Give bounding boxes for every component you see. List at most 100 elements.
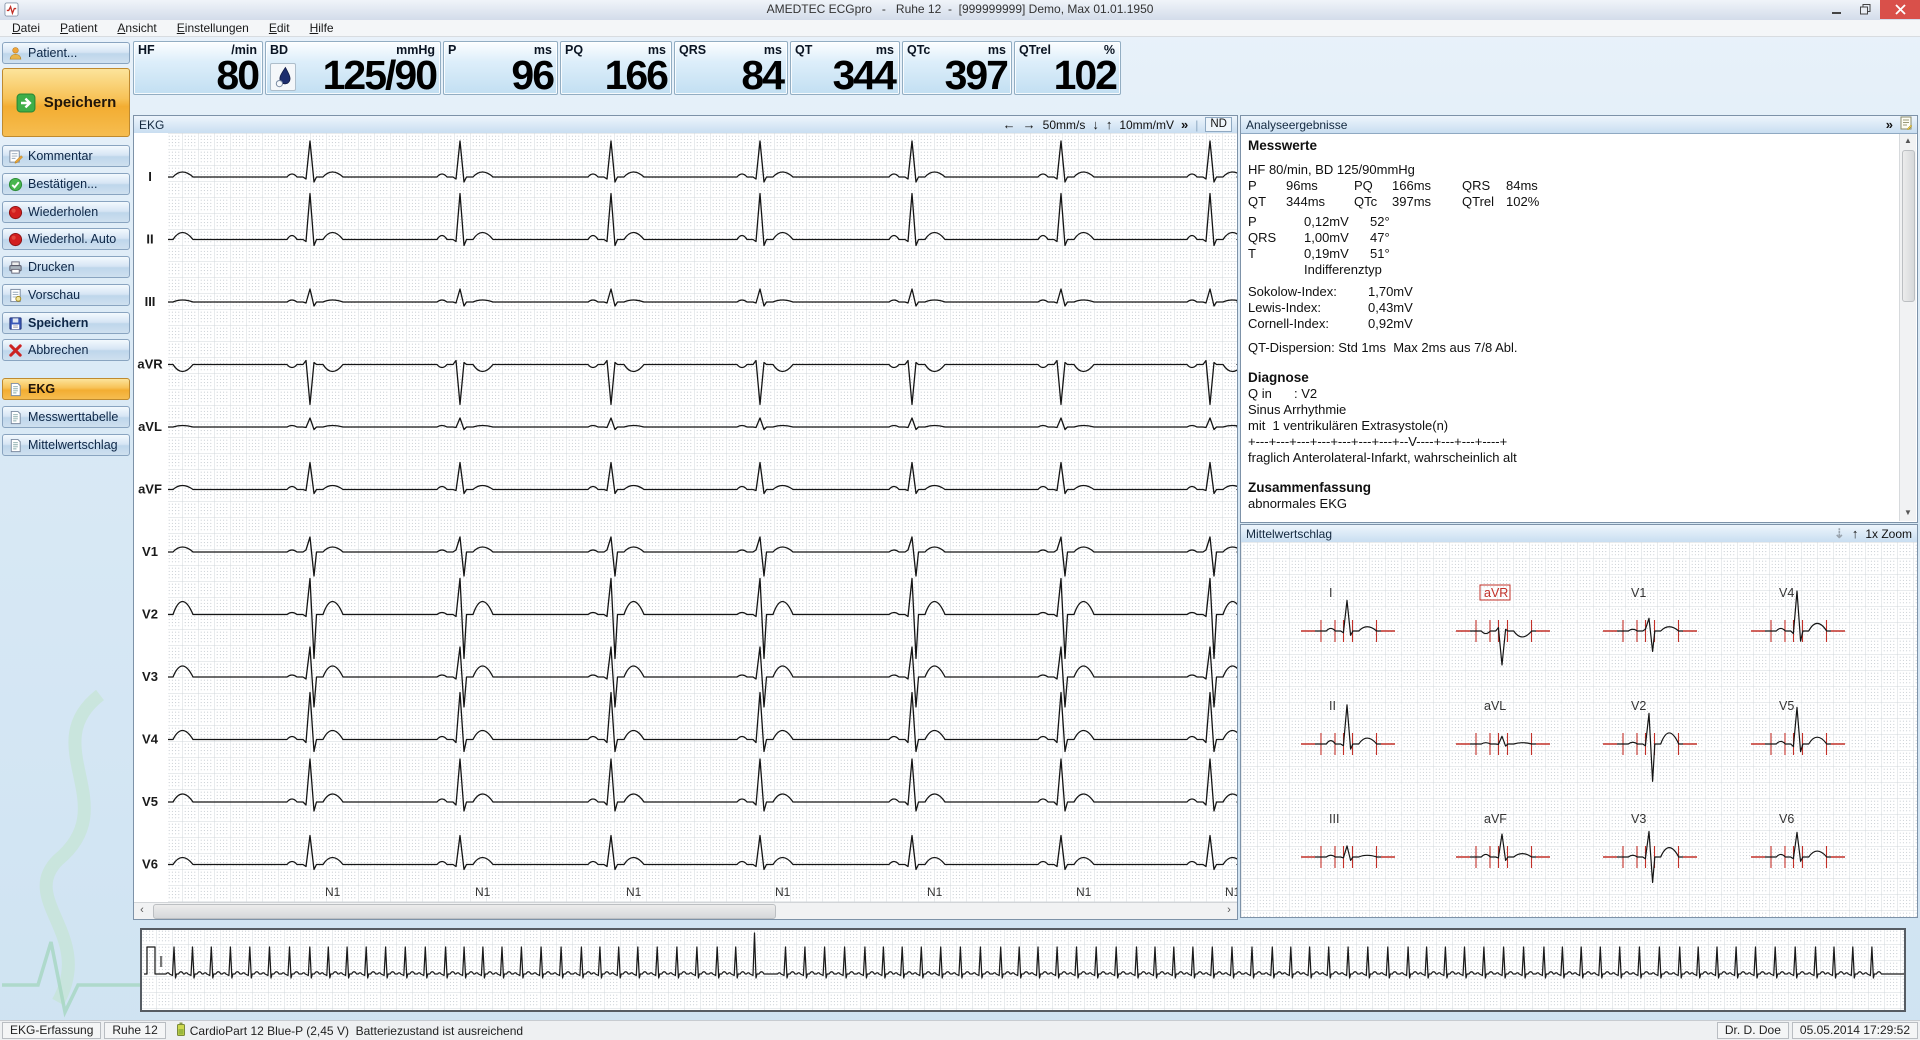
scroll-right-icon[interactable]: → [1023, 117, 1036, 132]
sidebar-button-wiederhol-auto[interactable]: Wiederhol. Auto [2, 228, 130, 250]
nd-toggle[interactable]: ND [1205, 117, 1232, 132]
mittelwert-lead-label-V2[interactable]: V2 [1631, 699, 1646, 713]
analysis-panel-title: Analyseergebnisse [1246, 118, 1347, 132]
mittelwert-panel-title: Mittelwertschlag [1246, 527, 1332, 541]
lead-label-aVL: aVL [138, 419, 162, 434]
scroll-up-arrow[interactable]: ▲ [1900, 134, 1916, 148]
vital-value: 102 [1054, 55, 1116, 95]
restore-button[interactable] [1851, 0, 1880, 19]
analysis-line: abnormales EKG [1242, 496, 1898, 512]
analysis-line: P96msPQ166msQRS84ms [1242, 178, 1898, 194]
speed-label[interactable]: 50mm/s [1043, 118, 1086, 132]
mittelwert-lead-label-III[interactable]: III [1329, 812, 1339, 826]
mittelwert-lead-label-II[interactable]: II [1329, 699, 1336, 713]
menu-item-hilfe[interactable]: Hilfe [310, 21, 334, 35]
menu-item-edit[interactable]: Edit [269, 21, 290, 35]
beat-marker-label: N1 [775, 885, 791, 899]
sidebar-button-label: Abbrechen [28, 343, 88, 357]
sidebar-button-drucken[interactable]: Drucken [2, 256, 130, 278]
mittelwert-lead-label-aVR[interactable]: aVR [1484, 586, 1508, 600]
scroll-left-icon[interactable]: ← [1003, 117, 1016, 132]
mittelwert-lead-label-V3[interactable]: V3 [1631, 812, 1646, 826]
mittelwert-lead-label-I[interactable]: I [1329, 586, 1332, 600]
analysis-panel-header: Analyseergebnisse » [1241, 116, 1917, 134]
ekg-panel-title: EKG [139, 118, 164, 132]
comment-icon [8, 149, 23, 164]
analysis-line: QT344msQTc397msQTrel102% [1242, 194, 1898, 210]
vital-label: QTrel [1019, 43, 1051, 57]
document-icon [8, 410, 23, 425]
ekg-horizontal-scrollbar[interactable]: ‹ › [134, 902, 1237, 919]
sidebar-button-label: Speichern [28, 316, 88, 330]
vital-value: 96 [511, 55, 553, 95]
sidebar-button-view-messwerttabelle[interactable]: Messwerttabelle [2, 406, 130, 428]
zoom-out-icon[interactable]: ⇣ [1834, 526, 1845, 542]
app-window: AMEDTEC ECGpro - Ruhe 12 - [999999999] D… [0, 0, 1920, 1040]
mittelwert-lead-label-V4[interactable]: V4 [1779, 586, 1794, 600]
sidebar-button-label: Drucken [28, 260, 75, 274]
sidebar-button-view-mittelwertschlag[interactable]: Mittelwertschlag [2, 434, 130, 456]
analysis-line: P0,12mV52° [1242, 214, 1898, 230]
menu-item-patient[interactable]: Patient [60, 21, 97, 35]
menu-item-ansicht[interactable]: Ansicht [117, 21, 156, 35]
scrollbar-thumb[interactable] [153, 904, 776, 919]
beat-marker-label: N1 [475, 885, 491, 899]
menu-item-einstellungen[interactable]: Einstellungen [177, 21, 249, 35]
analysis-content: MesswerteHF 80/min, BD 125/90mmHgP96msPQ… [1242, 134, 1898, 522]
expand-panel-icon[interactable]: » [1886, 117, 1893, 132]
sidebar-button-label: Mittelwertschlag [28, 438, 118, 452]
sidebar-button-kommentar[interactable]: Kommentar [2, 145, 130, 167]
sidebar-button-label: Kommentar [28, 149, 93, 163]
printer-icon [8, 260, 23, 275]
scrollbar-track[interactable] [150, 903, 1221, 919]
more-leads-icon[interactable]: » [1181, 117, 1188, 132]
analysis-scrollbar[interactable]: ▲ ▼ [1899, 134, 1916, 521]
record-icon [8, 205, 23, 220]
mittelwert-lead-label-aVL[interactable]: aVL [1484, 699, 1506, 713]
mittelwert-lead-label-aVF[interactable]: aVF [1484, 812, 1507, 826]
mittelwert-panel: Mittelwertschlag ⇣ ↑ 1x Zoom IaVRV1V4IIa… [1240, 524, 1918, 918]
gain-up-icon[interactable]: ↑ [1106, 117, 1113, 132]
beat-marker-label: N1 [325, 885, 341, 899]
report-icon[interactable] [1900, 116, 1912, 133]
lead-label-I: I [148, 169, 152, 184]
vital-label: PQ [565, 43, 583, 57]
mittelwert-paper[interactable]: IaVR V1 V4 II aVL V2 V5 III aVF V3 V6 [1241, 542, 1917, 917]
analysis-heading: Diagnose [1242, 370, 1898, 386]
ekg-paper[interactable]: IIIIIIaVRaVLaVFV1V2V3V4V5V6N1N1N1N1N1N1N… [134, 133, 1237, 903]
sidebar-button-vorschau[interactable]: Vorschau [2, 284, 130, 306]
gain-label[interactable]: 10mm/mV [1119, 118, 1174, 132]
vital-value: 125/90 [323, 55, 436, 95]
vital-label: P [448, 43, 456, 57]
save-icon [8, 316, 23, 331]
scroll-down-arrow[interactable]: ▼ [1900, 506, 1916, 520]
sidebar-button-best-tigen-[interactable]: Bestätigen... [2, 173, 130, 195]
vital-tile-bd: BDmmHg125/90 [265, 41, 441, 95]
sidebar-button-abbrechen[interactable]: Abbrechen [2, 339, 130, 361]
analysis-line: Sinus Arrhythmie [1242, 402, 1898, 418]
minimize-button[interactable] [1822, 0, 1851, 19]
gain-down-icon[interactable]: ↓ [1092, 117, 1099, 132]
window-title: AMEDTEC ECGpro - Ruhe 12 - [999999999] D… [0, 2, 1920, 16]
analysis-scrollbar-thumb[interactable] [1902, 150, 1915, 302]
lead-label-V2: V2 [142, 607, 158, 622]
scroll-left-arrow[interactable]: ‹ [134, 903, 150, 919]
close-button[interactable] [1880, 0, 1920, 19]
zoom-in-icon[interactable]: ↑ [1852, 526, 1859, 541]
rhythm-strip[interactable] [140, 928, 1906, 1012]
scroll-right-arrow[interactable]: › [1221, 903, 1237, 919]
vital-tile-qt: QTms344 [790, 41, 900, 95]
sidebar-button-wiederholen[interactable]: Wiederholen [2, 201, 130, 223]
vital-label: HF [138, 43, 155, 57]
mittelwert-lead-label-V5[interactable]: V5 [1779, 699, 1794, 713]
sidebar-button-view-ekg[interactable]: EKG [2, 378, 130, 400]
vital-value: 397 [945, 55, 1007, 95]
mittelwert-lead-label-V1[interactable]: V1 [1631, 586, 1646, 600]
menu-item-datei[interactable]: Datei [12, 21, 40, 35]
mittelwert-lead-label-V6[interactable]: V6 [1779, 812, 1794, 826]
menubar: Datei Patient Ansicht Einstellungen Edit Hilf… [0, 20, 1920, 37]
status-mode: EKG-Erfassung [2, 1022, 101, 1039]
sidebar-button-speichern[interactable]: Speichern [2, 312, 130, 334]
lead-label-II: II [146, 232, 153, 247]
preview-icon [8, 288, 23, 303]
